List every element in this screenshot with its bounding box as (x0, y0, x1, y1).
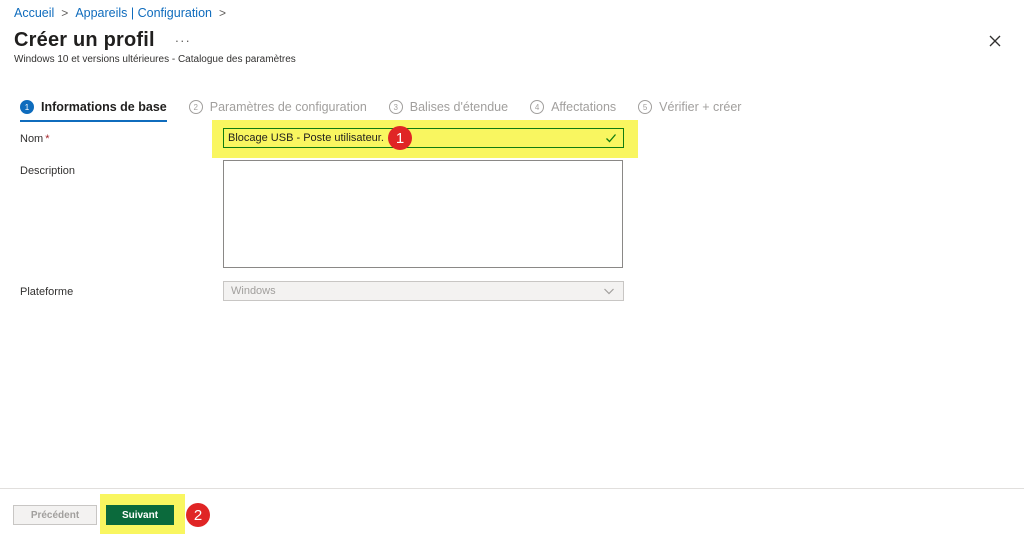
next-button[interactable]: Suivant (106, 505, 174, 525)
page-title: Créer un profil (14, 29, 155, 51)
breadcrumb-configuration-link[interactable]: Appareils | Configuration (75, 6, 212, 20)
description-textarea[interactable] (223, 160, 623, 268)
step-number-badge: 3 (388, 100, 403, 114)
step-label: Balises d'étendue (409, 100, 509, 114)
previous-button[interactable]: Précédent (13, 505, 97, 525)
step-number-badge: 5 (638, 100, 653, 114)
annotation-badge-2: 2 (186, 503, 210, 527)
breadcrumb: Accueil > Appareils | Configuration > (14, 6, 233, 20)
platform-select[interactable]: Windows (223, 281, 624, 301)
step-label: Affectations (551, 100, 617, 114)
annotation-badge-1: 1 (388, 126, 412, 150)
step-number-badge: 2 (188, 100, 203, 114)
close-icon[interactable] (986, 32, 1004, 50)
chevron-right-icon: > (61, 6, 69, 20)
required-asterisk: * (45, 133, 50, 145)
step-affectations[interactable]: 4 Affectations (530, 96, 616, 118)
title-row: Créer un profil ··· (14, 29, 191, 52)
step-label: Vérifier + créer (659, 100, 742, 114)
description-label: Description (20, 165, 76, 177)
chevron-down-icon (604, 288, 614, 295)
wizard-steps: 1 Informations de base 2 Paramètres de c… (20, 96, 763, 122)
platform-select-value: Windows (231, 285, 276, 297)
chevron-right-icon: > (218, 6, 226, 20)
step-label: Informations de base (41, 100, 167, 114)
name-input-value: Blocage USB - Poste utilisateur. (228, 132, 384, 144)
checkmark-icon (606, 134, 616, 143)
step-parametres-de-configuration[interactable]: 2 Paramètres de configuration (188, 96, 367, 118)
step-number-badge: 4 (530, 100, 545, 114)
step-balises-d-etendue[interactable]: 3 Balises d'étendue (388, 96, 509, 118)
step-label: Paramètres de configuration (209, 100, 367, 114)
platform-label: Plateforme (20, 286, 74, 298)
name-input[interactable]: Blocage USB - Poste utilisateur. (223, 128, 624, 148)
more-options-icon[interactable]: ··· (175, 33, 191, 48)
step-number-badge: 1 (20, 100, 34, 114)
name-label-text: Nom (20, 133, 44, 145)
step-informations-de-base[interactable]: 1 Informations de base (20, 96, 167, 122)
name-label: Nom * (20, 133, 50, 145)
step-verifier-creer[interactable]: 5 Vérifier + créer (638, 96, 741, 118)
page-subtitle: Windows 10 et versions ultérieures - Cat… (14, 54, 296, 65)
breadcrumb-home-link[interactable]: Accueil (14, 6, 54, 20)
